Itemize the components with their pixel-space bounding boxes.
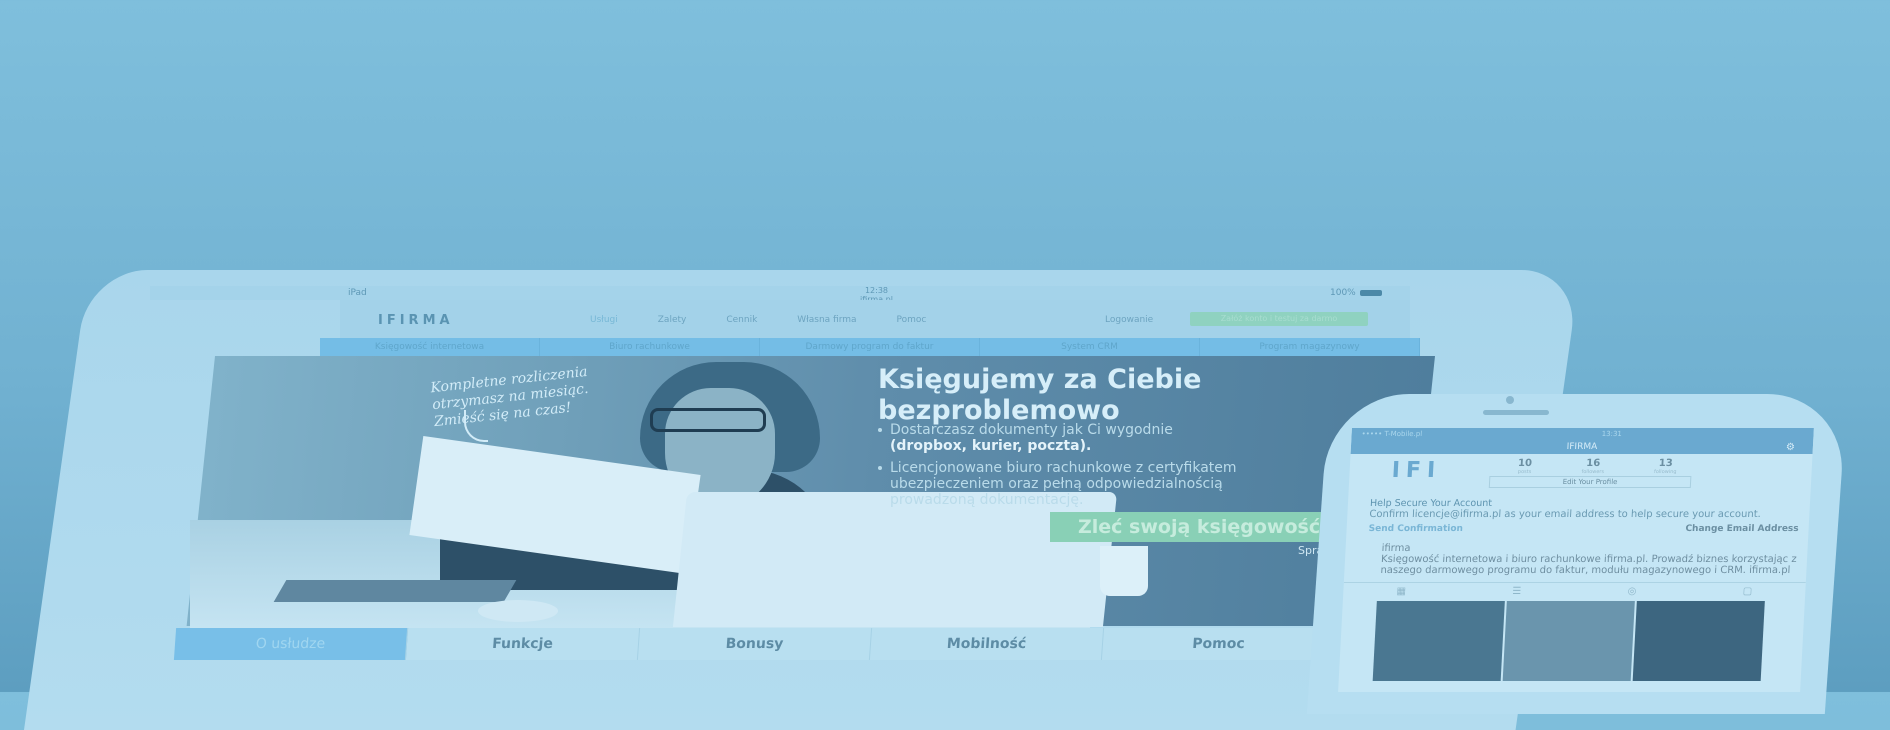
nav-item-zalety[interactable]: Zalety [658, 315, 687, 325]
mouse-shape [478, 600, 558, 622]
site-header: IFIRMA Usługi Zalety Cennik Własna firma… [340, 300, 1410, 342]
battery-indicator: 100% [1330, 288, 1382, 298]
battery-icon [1359, 289, 1382, 296]
gear-icon[interactable]: ⚙ [1786, 441, 1796, 455]
bottom-tabs: O usłudze Funkcje Bonusy Mobilność Pomoc [173, 628, 1337, 660]
send-confirmation-link[interactable]: Send Confirmation [1368, 524, 1463, 535]
secure-account-alert: Help Secure Your Account Confirm licencj… [1346, 492, 1810, 535]
tab-funkcje[interactable]: Funkcje [405, 628, 641, 660]
login-link[interactable]: Logowanie [1105, 315, 1153, 325]
subnav-item[interactable]: System CRM [980, 338, 1200, 356]
nav-item-wlasna-firma[interactable]: Własna firma [797, 315, 856, 325]
tab-o-usludze[interactable]: O usłudze [173, 628, 409, 660]
cup-shape [1100, 546, 1148, 596]
keyboard-shape [273, 580, 517, 602]
subnav-item[interactable]: Biuro rachunkowe [540, 338, 760, 356]
phone-screen: ••••• T-Mobile.pl 13:31 IFIRMA ⚙ IFI 10 p… [1338, 428, 1814, 692]
phone-navbar: IFIRMA ⚙ [1350, 440, 1814, 455]
stat-posts[interactable]: 10 posts [1517, 458, 1533, 475]
bullet-item: Licencjonowane biuro rachunkowe z certyf… [878, 460, 1237, 508]
bullet-item: Dostarczasz dokumenty jak Ci wygodnie (dr… [878, 422, 1237, 454]
hero-title: Księgujemy za Ciebie bezproblemowo [878, 364, 1202, 426]
tab-pomoc[interactable]: Pomoc [1101, 628, 1337, 660]
photo-grid [1339, 601, 1805, 681]
alert-title: Help Secure Your Account [1369, 498, 1493, 509]
bio-name: ifirma [1381, 543, 1411, 554]
nav-item-uslugi[interactable]: Usługi [590, 315, 618, 325]
nav-item-pomoc[interactable]: Pomoc [897, 315, 927, 325]
camera-icon [1506, 396, 1514, 404]
ipad-status-bar: iPad 12:38ifirma.pl 100% [150, 286, 1410, 304]
location-icon[interactable]: ◎ [1627, 583, 1637, 601]
stat-following[interactable]: 13 following [1654, 458, 1677, 475]
subnav-item[interactable]: Program magazynowy [1200, 338, 1420, 356]
device-label: iPad [348, 288, 367, 298]
edit-profile-button[interactable]: Edit Your Profile [1488, 476, 1692, 488]
ifirma-logo[interactable]: IFIRMA [378, 313, 454, 328]
bio-text: Księgowość internetowa i biuro rachunkow… [1380, 554, 1797, 576]
subnav-item[interactable]: Darmowy program do faktur [760, 338, 980, 356]
view-toggle-bar: ▦ ☰ ◎ ▢ [1342, 582, 1806, 601]
phone-status-bar: ••••• T-Mobile.pl 13:31 [1351, 428, 1814, 440]
change-email-link[interactable]: Change Email Address [1685, 524, 1799, 535]
phone-navbar-title: IFIRMA [1566, 442, 1598, 452]
sub-nav: Księgowość internetowa Biuro rachunkowe … [320, 338, 1420, 356]
profile-bio: ifirma Księgowość internetowa i biuro ra… [1344, 535, 1808, 576]
profile-avatar[interactable]: IFI [1391, 458, 1442, 483]
alert-text: Confirm licencje@ifirma.pl as your email… [1369, 509, 1762, 520]
tagged-icon[interactable]: ▢ [1742, 583, 1752, 601]
hero-bullets: Dostarczasz dokumenty jak Ci wygodnie (dr… [878, 422, 1237, 514]
glasses-shape [650, 408, 766, 432]
signup-button[interactable]: Załóż konto i testuj za darmo [1190, 312, 1368, 326]
grid-view-icon[interactable]: ▦ [1396, 583, 1406, 601]
speaker-grille [1483, 410, 1549, 415]
list-view-icon[interactable]: ☰ [1512, 583, 1522, 601]
profile-stats: 10 posts 16 followers 13 following [1517, 458, 1677, 475]
photo-thumbnail[interactable] [1372, 601, 1505, 681]
tab-bonusy[interactable]: Bonusy [637, 628, 873, 660]
photo-thumbnail[interactable] [1502, 601, 1635, 681]
photo-thumbnail[interactable] [1632, 601, 1765, 681]
nav-item-cennik[interactable]: Cennik [726, 315, 757, 325]
main-nav: Usługi Zalety Cennik Własna firma Pomoc [590, 315, 926, 325]
profile-header: IFI 10 posts 16 followers 13 following Edit… [1349, 454, 1813, 492]
tab-mobilnosc[interactable]: Mobilność [869, 628, 1105, 660]
stat-followers[interactable]: 16 followers [1581, 458, 1604, 475]
subnav-item[interactable]: Księgowość internetowa [320, 338, 540, 356]
